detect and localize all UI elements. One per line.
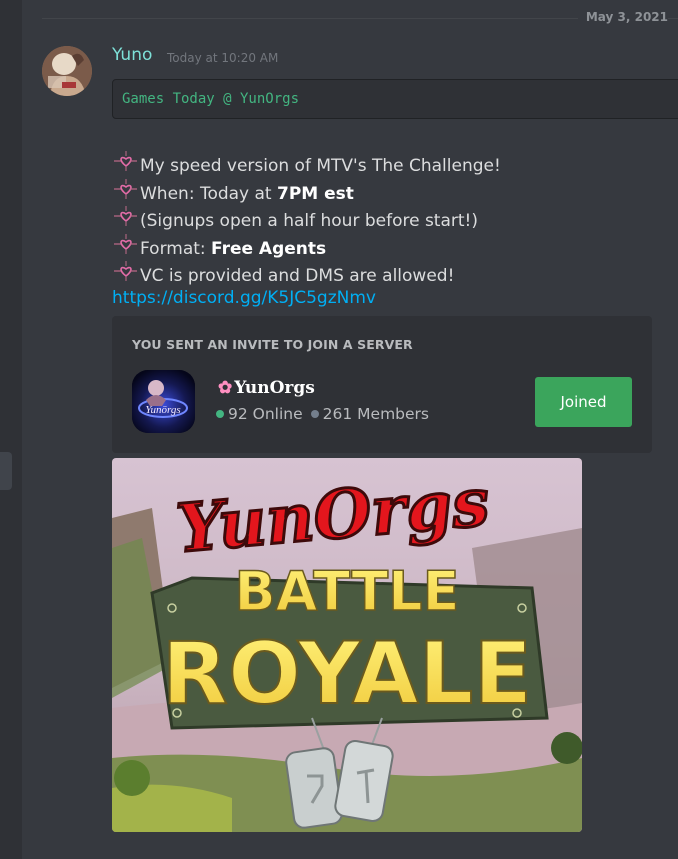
message-line: My speed version of MTV's The Challenge!	[112, 150, 501, 178]
server-icon[interactable]: Yunörgs	[132, 370, 195, 433]
heart-wand-icon	[112, 260, 140, 292]
server-stats: 92 Online 261 Members	[216, 405, 429, 423]
invite-card: YOU SENT AN INVITE TO JOIN A SERVER Yunö…	[112, 316, 652, 453]
joined-button[interactable]: Joined	[535, 377, 632, 427]
invite-link[interactable]: https://discord.gg/K5JC5gzNmv	[112, 288, 376, 308]
channel-list-edge	[0, 0, 22, 859]
date-divider-label: May 3, 2021	[577, 10, 668, 24]
message-author[interactable]: Yuno	[112, 45, 152, 65]
embedded-image[interactable]: BATTLE ROYALE YunOrgs	[112, 458, 582, 832]
cherry-blossom-icon: ✿	[218, 378, 233, 398]
message-timestamp: Today at 10:20 AM	[167, 51, 279, 65]
member-count: 261 Members	[322, 405, 429, 423]
svg-text:Yunörgs: Yunörgs	[145, 404, 180, 416]
message-line: When: Today at 7PM est	[112, 178, 501, 206]
svg-text:ROYALE: ROYALE	[162, 624, 532, 724]
svg-text:BATTLE: BATTLE	[235, 560, 460, 623]
sidebar-collapse-tab[interactable]	[0, 452, 12, 490]
message-line: (Signups open a half hour before start!)	[112, 205, 501, 233]
code-text: Games Today @ YunOrgs	[122, 91, 300, 107]
online-dot-icon	[216, 410, 224, 418]
code-block: Games Today @ YunOrgs	[112, 79, 678, 119]
message-line: VC is provided and DMS are allowed!	[112, 260, 501, 288]
invite-heading: YOU SENT AN INVITE TO JOIN A SERVER	[132, 337, 413, 352]
message-body: My speed version of MTV's The Challenge!…	[112, 150, 501, 288]
server-name[interactable]: ✿ YunOrgs	[218, 378, 315, 398]
online-count: 92 Online	[228, 405, 303, 423]
members-dot-icon	[310, 410, 319, 418]
message-line: Format: Free Agents	[112, 233, 501, 261]
avatar[interactable]	[42, 46, 92, 96]
